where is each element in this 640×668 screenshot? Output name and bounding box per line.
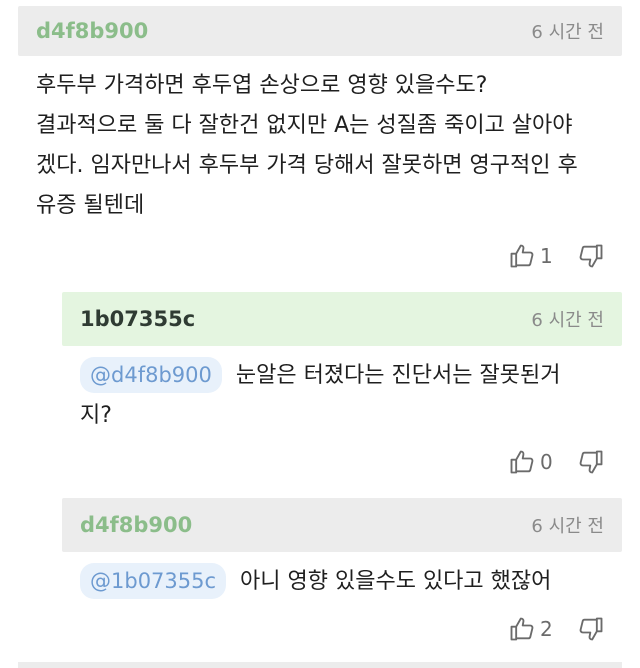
- reply-body: @1b07355c 아니 영향 있을수도 있다고 했잖어: [80, 562, 551, 602]
- reply-header: d4f8b900 6 시간 전: [62, 498, 622, 552]
- comment-line: 결과적으로 둘 다 잘한건 없지만 A는 성질좀 죽이고 살아야: [36, 113, 573, 138]
- comment-line: 눈알은 터졌다는 진단서는 잘못된거: [235, 363, 561, 388]
- comment-line: 후두부 가격하면 후두엽 손상으로 영향 있을수도?: [36, 73, 488, 98]
- comment-header: d4f8b900 6 시간 전: [18, 6, 622, 56]
- reply-author[interactable]: d4f8b900: [80, 513, 192, 537]
- thumbs-down-icon: [579, 244, 603, 268]
- thumbs-down-icon: [579, 617, 603, 641]
- like-button[interactable]: 0: [508, 448, 553, 476]
- vote-bar: 2: [508, 615, 605, 643]
- reply-timestamp: 6 시간 전: [531, 310, 604, 331]
- like-button[interactable]: 2: [508, 615, 553, 643]
- like-count: 2: [540, 617, 553, 641]
- like-count: 1: [540, 244, 553, 268]
- thumbs-up-icon: [510, 617, 534, 641]
- comment-line: 지?: [80, 403, 112, 428]
- reply-timestamp: 6 시간 전: [531, 516, 604, 537]
- mention-tag[interactable]: @1b07355c: [80, 563, 227, 599]
- comment-author[interactable]: d4f8b900: [36, 19, 148, 43]
- comment-timestamp: 6 시간 전: [531, 22, 604, 43]
- mention-tag[interactable]: @d4f8b900: [80, 357, 222, 393]
- next-comment-header-edge: [18, 662, 622, 668]
- like-count: 0: [540, 450, 553, 474]
- reply-author[interactable]: 1b07355c: [80, 307, 195, 331]
- comment-body: 후두부 가격하면 후두엽 손상으로 영향 있을수도? 결과적으로 둘 다 잘한건…: [36, 66, 578, 226]
- comment-line: 겠다. 임자만나서 후두부 가격 당해서 잘못하면 영구적인 후: [36, 153, 578, 178]
- dislike-button[interactable]: [577, 242, 605, 270]
- thumbs-up-icon: [510, 244, 534, 268]
- like-button[interactable]: 1: [508, 242, 553, 270]
- dislike-button[interactable]: [577, 448, 605, 476]
- comment-line: 아니 영향 있을수도 있다고 했잖어: [240, 569, 552, 594]
- reply-body: @d4f8b900 눈알은 터졌다는 진단서는 잘못된거 지?: [80, 356, 560, 436]
- reply-header: 1b07355c 6 시간 전: [62, 292, 622, 346]
- vote-bar: 0: [508, 448, 605, 476]
- thumbs-up-icon: [510, 450, 534, 474]
- vote-bar: 1: [508, 242, 605, 270]
- dislike-button[interactable]: [577, 615, 605, 643]
- comment-line: 유증 될텐데: [36, 193, 145, 218]
- thumbs-down-icon: [579, 450, 603, 474]
